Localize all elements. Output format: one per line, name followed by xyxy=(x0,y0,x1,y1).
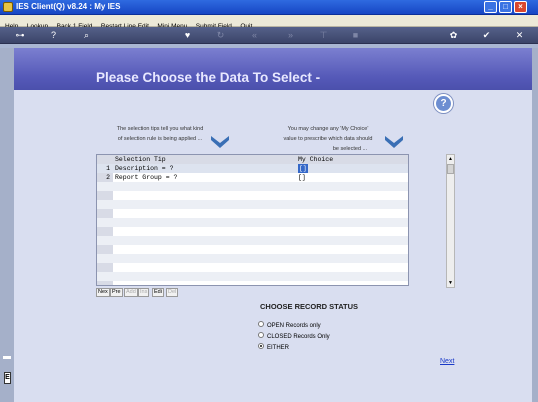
settings-icon[interactable]: ✿ xyxy=(447,29,460,42)
grid-header: Selection Tip My Choice xyxy=(97,155,408,164)
heart-icon[interactable]: ♥ xyxy=(181,29,194,42)
minimize-button[interactable]: _ xyxy=(484,1,497,13)
radio-closed-records[interactable]: CLOSED Records Only xyxy=(258,332,330,341)
table-row[interactable] xyxy=(97,200,408,209)
tip-right-line2: value to prescribe which data should xyxy=(283,136,373,142)
column-header-my-choice: My Choice xyxy=(298,156,334,163)
table-row[interactable] xyxy=(97,236,408,245)
table-row[interactable]: 1 Description = ? [] xyxy=(97,164,408,173)
grid-scrollbar[interactable]: ▲ ▼ xyxy=(446,154,455,288)
scroll-thumb[interactable] xyxy=(447,164,454,174)
table-row[interactable] xyxy=(97,209,408,218)
row-number: 1 xyxy=(106,165,110,172)
right-side-panel xyxy=(532,48,538,402)
delete-row-button[interactable]: Del xyxy=(166,288,179,297)
selection-tip-cell: Report Group = ? xyxy=(115,174,178,181)
radio-circle-selected-icon[interactable] xyxy=(258,343,264,350)
scroll-up-icon[interactable]: ▲ xyxy=(447,155,454,163)
check-icon[interactable]: ✔ xyxy=(480,29,493,42)
radio-label: EITHER xyxy=(267,345,290,351)
record-status-title: CHOOSE RECORD STATUS xyxy=(260,302,359,311)
tip-right: You may change any 'My Choice' value to … xyxy=(276,124,380,154)
title-bar: IES Client(Q) v8.24 : My IES _ □ × xyxy=(0,0,538,15)
down-arrow-icon xyxy=(385,136,403,148)
left-side-panel: E xyxy=(0,48,14,402)
header-banner: Please Choose the Data To Select - xyxy=(14,48,532,90)
table-row[interactable] xyxy=(97,245,408,254)
previous-row-button[interactable]: Pre xyxy=(110,288,123,297)
tip-left-line2: of selection rule is being applied ... xyxy=(117,136,203,142)
down-arrow-icon xyxy=(211,136,229,148)
next-link[interactable]: Next xyxy=(440,358,454,365)
tip-right-line1: You may change any 'My Choice' xyxy=(287,126,369,132)
page-heading: Please Choose the Data To Select - xyxy=(96,70,321,85)
radio-circle-icon[interactable] xyxy=(258,332,264,339)
table-row[interactable]: 2 Report Group = ? [] xyxy=(97,173,408,182)
scroll-down-icon[interactable]: ▼ xyxy=(447,279,454,287)
window-title: IES Client(Q) v8.24 : My IES xyxy=(16,2,121,11)
toolbar: ⊶ ? ⌕ ♥ ↻ « » ⊤ ■ ✿ ✔ ✕ xyxy=(0,27,538,44)
my-choice-cell[interactable]: [] xyxy=(298,173,306,182)
table-row[interactable] xyxy=(97,218,408,227)
help-button[interactable]: ? xyxy=(434,94,453,113)
add-row-button[interactable]: Add xyxy=(124,288,138,297)
table-row[interactable] xyxy=(97,182,408,191)
stop-icon[interactable]: ■ xyxy=(349,29,362,42)
help-icon[interactable]: ? xyxy=(47,29,60,42)
row-number: 2 xyxy=(106,174,110,181)
table-row[interactable] xyxy=(97,227,408,236)
tip-left: The selection tips tell you what kind of… xyxy=(108,124,212,144)
table-row[interactable] xyxy=(97,254,408,263)
insert-row-button[interactable]: Ins xyxy=(138,288,150,297)
refresh-icon[interactable]: ↻ xyxy=(214,29,227,42)
rewind-icon[interactable]: « xyxy=(248,29,261,42)
close-window-button[interactable]: × xyxy=(514,1,527,13)
tip-right-line3: be selected ... xyxy=(332,146,368,152)
fast-forward-icon[interactable]: » xyxy=(284,29,297,42)
my-choice-cell[interactable]: [] xyxy=(298,164,308,173)
table-row[interactable] xyxy=(97,263,408,272)
key-icon[interactable]: ⊶ xyxy=(10,29,30,42)
radio-circle-icon[interactable] xyxy=(258,321,264,328)
radio-either[interactable]: EITHER xyxy=(258,343,290,352)
table-row[interactable] xyxy=(97,191,408,200)
selection-tip-cell: Description = ? xyxy=(115,165,174,172)
edit-row-button[interactable]: Edi xyxy=(152,288,164,297)
next-row-button[interactable]: Nex xyxy=(96,288,110,297)
radio-label: OPEN Records only xyxy=(267,323,321,329)
side-marker xyxy=(3,356,11,359)
radio-label: CLOSED Records Only xyxy=(267,334,330,340)
menu-bar: Help Lookup Back 1 Field Restart Line Ed… xyxy=(0,15,538,30)
app-icon xyxy=(3,2,13,12)
radio-open-records[interactable]: OPEN Records only xyxy=(258,321,321,330)
column-header-selection-tip: Selection Tip xyxy=(115,156,166,163)
tip-left-line1: The selection tips tell you what kind xyxy=(116,126,204,132)
selection-grid[interactable]: Selection Tip My Choice 1 Description = … xyxy=(96,154,409,286)
search-icon[interactable]: ⌕ xyxy=(80,29,93,42)
tool-icon[interactable]: ⊤ xyxy=(317,29,330,42)
table-row[interactable] xyxy=(97,272,408,281)
ies-logo-icon: E xyxy=(4,372,11,384)
close-icon[interactable]: ✕ xyxy=(513,29,526,42)
maximize-button[interactable]: □ xyxy=(499,1,512,13)
